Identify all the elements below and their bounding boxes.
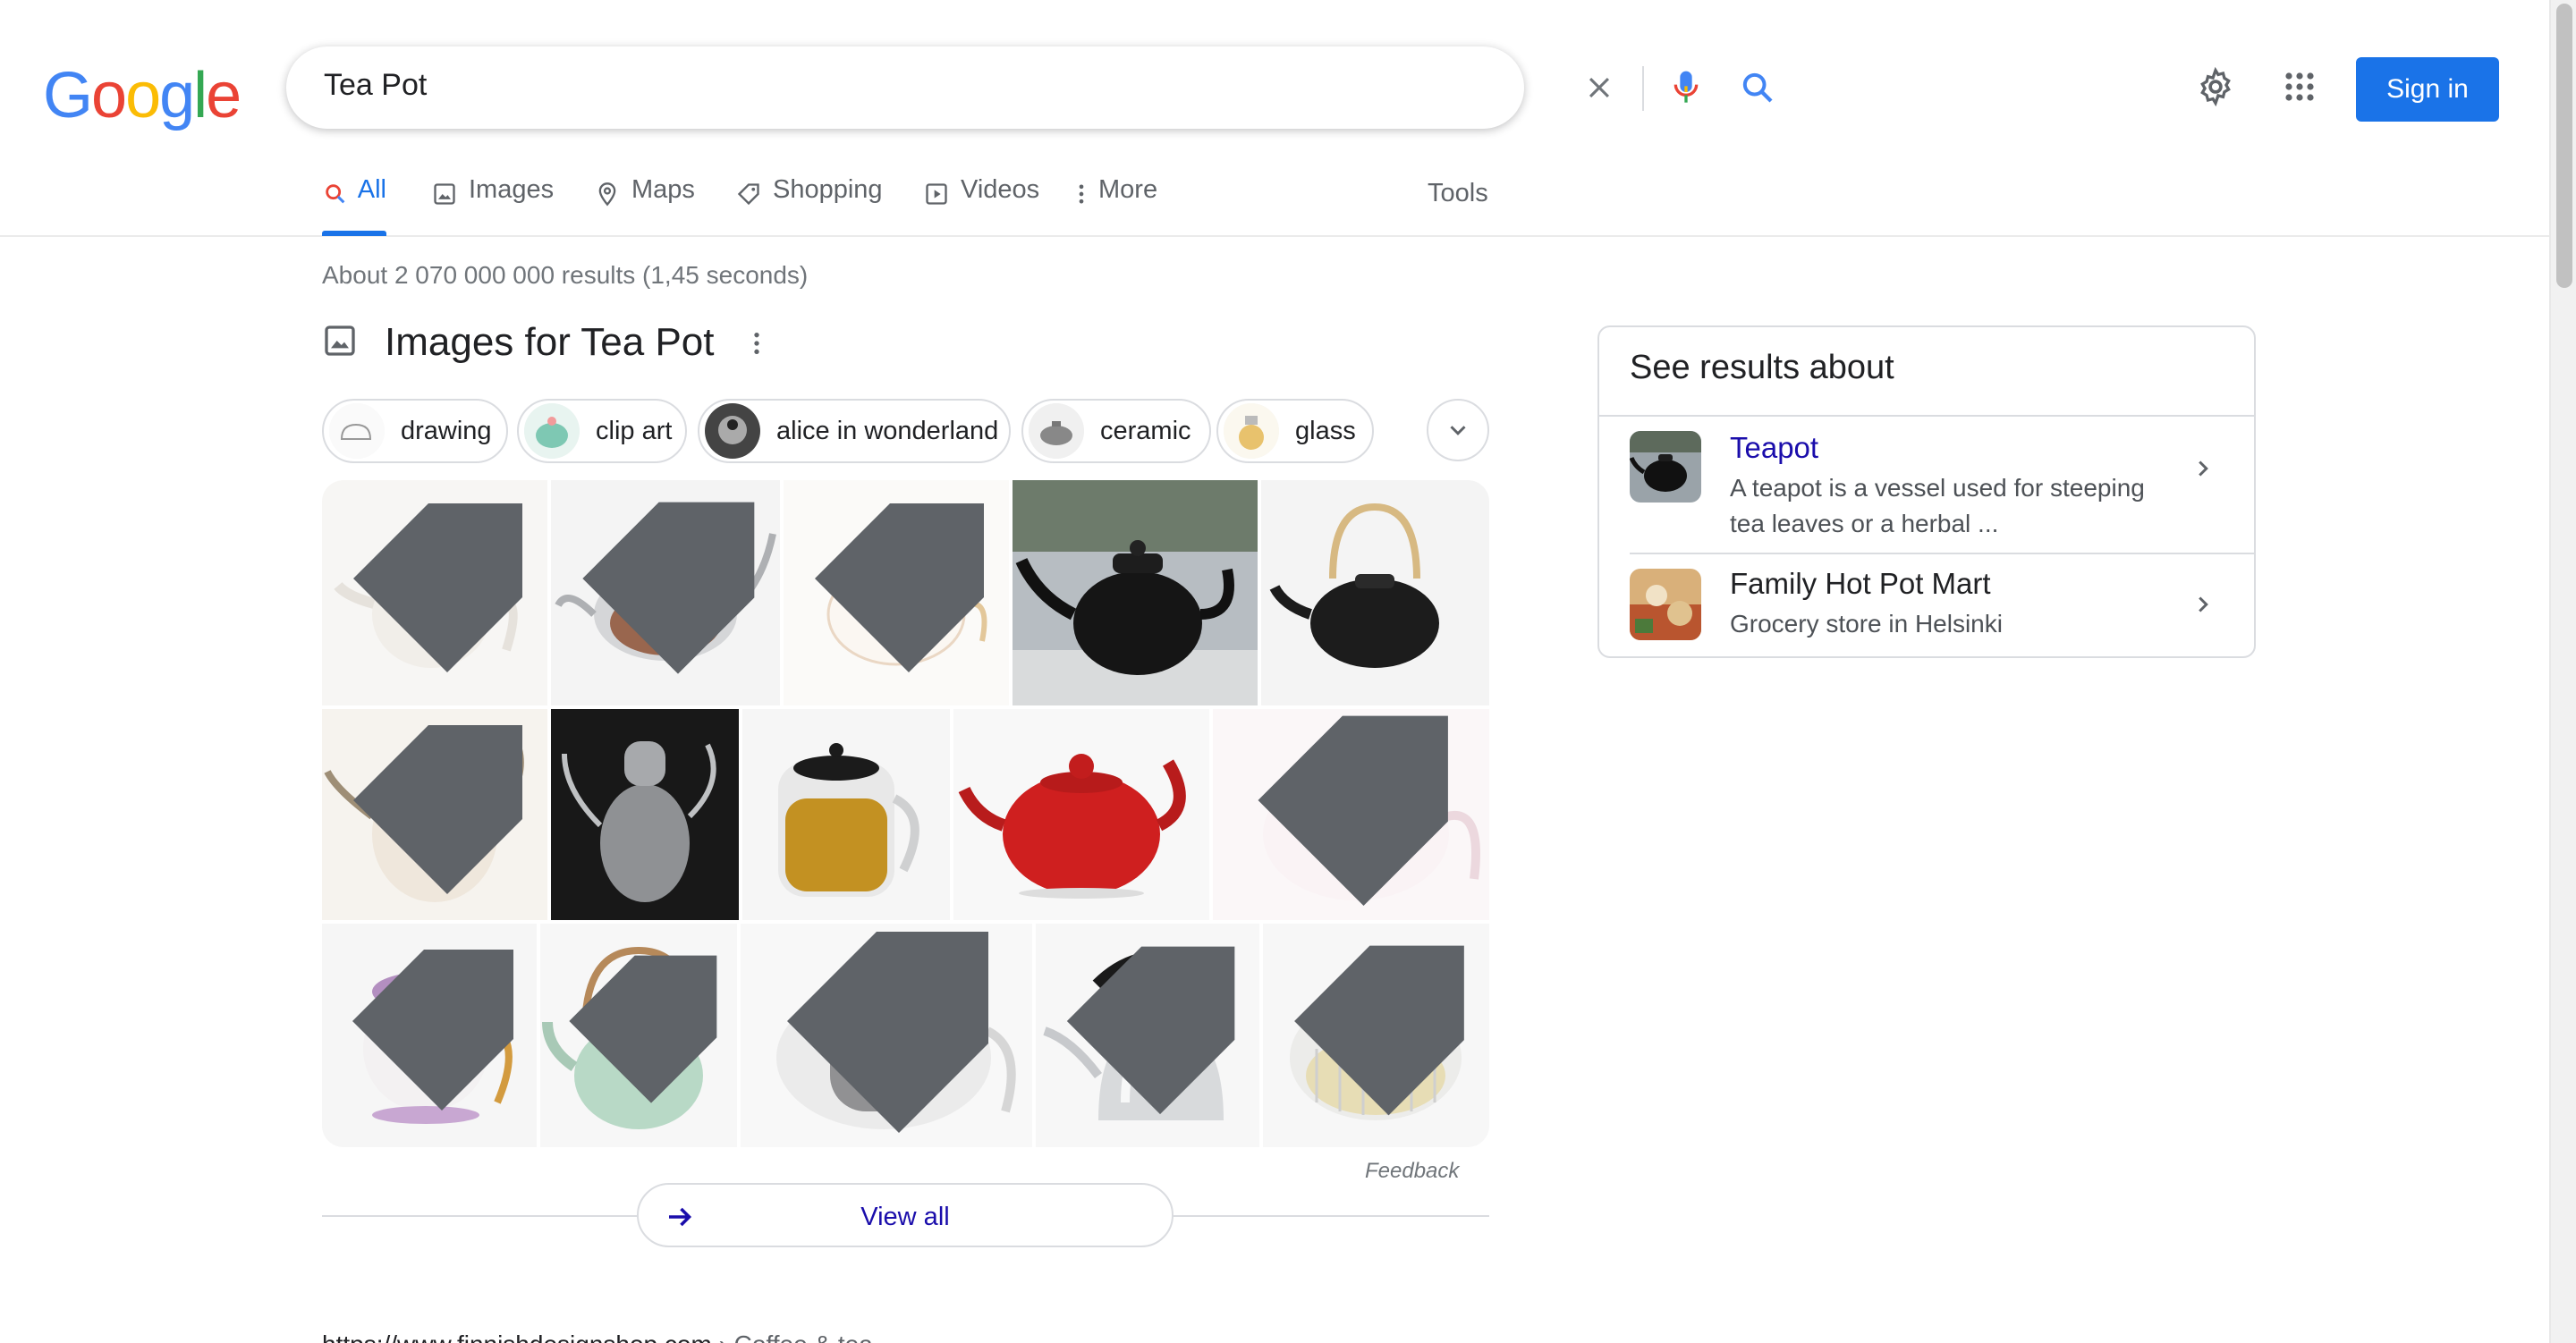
tools-button[interactable]: Tools xyxy=(1428,179,1488,208)
tag-icon xyxy=(787,932,988,1133)
tab-maps[interactable]: Maps xyxy=(592,175,695,236)
tag-icon xyxy=(1294,945,1464,1116)
tab-label: Shopping xyxy=(773,175,883,204)
play-icon xyxy=(921,179,952,209)
image-grid xyxy=(322,480,1489,1147)
tab-images[interactable]: Images xyxy=(429,175,554,236)
search-input[interactable]: Tea Pot xyxy=(324,68,427,103)
image-result[interactable] xyxy=(953,709,1209,920)
tab-shopping[interactable]: Shopping xyxy=(733,175,883,236)
image-result[interactable] xyxy=(742,709,950,920)
tab-label: All xyxy=(357,175,386,204)
chip-thumbnail xyxy=(1029,403,1084,459)
see-results-about-panel: See results about Teapot A teapot is a v… xyxy=(1597,325,2256,658)
images-section-header: Images for Tea Pot xyxy=(322,320,759,365)
tab-label: Maps xyxy=(631,175,695,204)
chip-label: glass xyxy=(1295,416,1356,445)
chip-label: drawing xyxy=(401,416,492,445)
tab-label: Videos xyxy=(961,175,1040,204)
image-result[interactable] xyxy=(1036,924,1259,1147)
panel-item-desc: A teapot is a vessel used for steeping t… xyxy=(1730,474,2145,537)
chip-thumbnail xyxy=(1224,403,1279,459)
chip-label: clip art xyxy=(596,416,673,445)
result-breadcrumb: › Coffee & tea xyxy=(719,1330,873,1343)
chevron-right-icon xyxy=(2199,460,2208,477)
tab-videos[interactable]: Videos xyxy=(921,175,1039,236)
divider xyxy=(1642,66,1644,111)
panel-item-family-hot-pot-mart[interactable]: Family Hot Pot Mart Grocery store in Hel… xyxy=(1599,554,2254,658)
chip-clip-art[interactable]: clip art xyxy=(517,399,687,463)
image-result[interactable] xyxy=(551,709,739,920)
search-box[interactable]: Tea Pot xyxy=(286,46,1773,129)
result-stats: About 2 070 000 000 results (1,45 second… xyxy=(322,261,809,289)
image-result[interactable] xyxy=(540,924,737,1147)
image-result[interactable] xyxy=(741,924,1032,1147)
tag-icon xyxy=(569,955,717,1103)
store-thumbnail xyxy=(1630,569,1701,640)
view-all-button[interactable]: View all xyxy=(637,1183,1174,1247)
view-all-label: View all xyxy=(860,1203,950,1231)
teapot-thumbnail xyxy=(1630,431,1701,503)
tag-icon xyxy=(1258,715,1448,906)
sign-in-button[interactable]: Sign in xyxy=(2356,57,2499,122)
apps-grid-icon[interactable] xyxy=(2277,64,2322,109)
panel-item-desc: Grocery store in Helsinki xyxy=(1730,610,2003,638)
image-result[interactable] xyxy=(1213,709,1489,920)
tab-label: More xyxy=(1098,175,1158,204)
image-result[interactable] xyxy=(551,480,780,705)
chip-thumbnail xyxy=(329,403,385,459)
chip-glass[interactable]: glass xyxy=(1216,399,1374,463)
chip-thumbnail xyxy=(705,403,760,459)
gear-icon[interactable] xyxy=(2193,64,2238,109)
chip-ceramic[interactable]: ceramic xyxy=(1021,399,1211,463)
tag-icon xyxy=(353,503,522,672)
search-icon xyxy=(322,179,349,209)
header: Google Tea Pot Sign in All Images Maps S… xyxy=(0,0,2549,237)
kebab-icon xyxy=(1073,179,1089,209)
panel-item-teapot[interactable]: Teapot A teapot is a vessel used for ste… xyxy=(1599,417,2254,553)
image-result[interactable] xyxy=(322,924,537,1147)
tag-icon xyxy=(733,179,764,209)
chevron-down-icon[interactable] xyxy=(1427,399,1489,461)
feedback-link[interactable]: Feedback xyxy=(1365,1159,1459,1184)
microphone-icon[interactable] xyxy=(1661,63,1711,113)
image-result[interactable] xyxy=(784,480,1009,705)
chip-label: ceramic xyxy=(1100,416,1191,445)
result-cite[interactable]: https://www.finnishdesignshop.com › Coff… xyxy=(322,1330,873,1343)
scrollbar-thumb[interactable] xyxy=(2556,4,2572,288)
chip-label: alice in wonderland xyxy=(776,416,999,445)
panel-item-name: Family Hot Pot Mart xyxy=(1730,567,1991,600)
panel-item-name: Teapot xyxy=(1730,431,1819,464)
images-section-title[interactable]: Images for Tea Pot xyxy=(385,320,715,365)
search-icon[interactable] xyxy=(1733,63,1783,113)
tab-all[interactable]: All xyxy=(322,175,386,236)
tag-icon xyxy=(352,950,513,1111)
clear-icon[interactable] xyxy=(1574,63,1624,113)
chip-alice-in-wonderland[interactable]: alice in wonderland xyxy=(698,399,1011,463)
chip-thumbnail xyxy=(524,403,580,459)
tag-icon xyxy=(353,725,522,894)
map-pin-icon xyxy=(592,179,623,209)
tab-more[interactable]: More xyxy=(1073,175,1157,236)
image-result[interactable] xyxy=(322,480,547,705)
tag-icon xyxy=(815,503,984,672)
image-result[interactable] xyxy=(1263,924,1489,1147)
image-icon xyxy=(322,323,358,363)
result-url: https://www.finnishdesignshop.com xyxy=(322,1330,712,1343)
tab-label: Images xyxy=(469,175,555,204)
chevron-right-icon xyxy=(2199,596,2208,612)
image-result[interactable] xyxy=(322,709,547,920)
tag-icon xyxy=(582,502,755,674)
tag-icon xyxy=(1066,946,1235,1115)
image-result[interactable] xyxy=(1013,480,1258,705)
image-icon xyxy=(429,179,460,209)
page-scrollbar[interactable] xyxy=(2549,0,2576,1343)
panel-title: See results about xyxy=(1630,349,1894,386)
more-options-icon[interactable] xyxy=(751,329,762,362)
google-logo[interactable]: Google xyxy=(43,59,242,132)
chip-drawing[interactable]: drawing xyxy=(322,399,508,463)
image-result[interactable] xyxy=(1261,480,1489,705)
